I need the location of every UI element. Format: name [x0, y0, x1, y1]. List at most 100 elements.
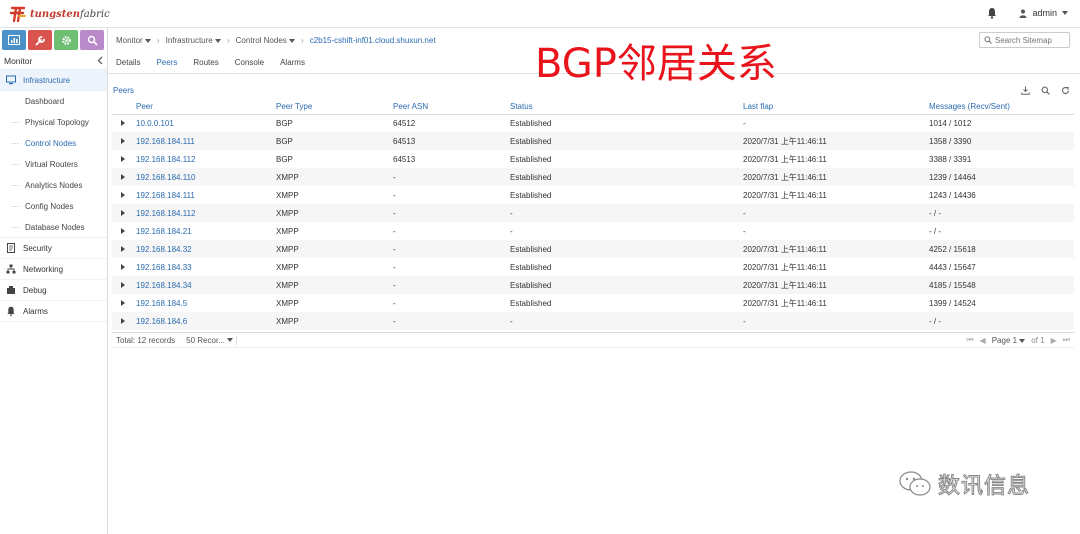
- settings-module-button[interactable]: [54, 30, 78, 50]
- chevron-left-icon[interactable]: [97, 56, 103, 65]
- records-per-page-value: 50 Recor...: [186, 335, 225, 345]
- column-header-peer-asn[interactable]: Peer ASN: [391, 99, 508, 115]
- breadcrumb-item-infrastructure[interactable]: Infrastructure: [166, 36, 221, 45]
- breadcrumb-item-control-nodes[interactable]: Control Nodes: [236, 36, 296, 45]
- query-module-button[interactable]: [80, 30, 104, 50]
- sidebar-item-infrastructure[interactable]: Infrastructure: [0, 70, 107, 91]
- cell-peer[interactable]: 192.168.184.34: [134, 276, 274, 294]
- sidebar-item-control-nodes[interactable]: ··· Control Nodes: [0, 133, 107, 154]
- sidebar-item-label: Debug: [23, 285, 47, 295]
- table-row[interactable]: 192.168.184.6 XMPP - - - - / -: [112, 312, 1074, 330]
- sidebar-item-label: Networking: [23, 264, 64, 274]
- cell-peer[interactable]: 192.168.184.33: [134, 258, 274, 276]
- cell-peer[interactable]: 192.168.184.32: [134, 240, 274, 258]
- table-row[interactable]: 192.168.184.21 XMPP - - - - / -: [112, 222, 1074, 240]
- sidebar-item-networking[interactable]: Networking: [0, 259, 107, 280]
- row-expand-toggle[interactable]: [112, 258, 134, 276]
- page-select[interactable]: Page 1: [992, 336, 1026, 345]
- row-expand-toggle[interactable]: [112, 132, 134, 150]
- cell-last-flap: -: [743, 118, 746, 128]
- records-per-page-select[interactable]: 50 Recor...: [183, 335, 237, 345]
- refresh-icon[interactable]: [1060, 85, 1070, 95]
- cell-peer[interactable]: 192.168.184.6: [134, 312, 274, 330]
- table-row[interactable]: 192.168.184.111 BGP 64513 Established 2020/7…: [112, 132, 1074, 150]
- row-expand-toggle[interactable]: [112, 186, 134, 204]
- bell-icon[interactable]: [987, 7, 997, 19]
- row-expand-toggle[interactable]: [112, 204, 134, 222]
- sidebar-item-analytics-nodes[interactable]: ··· Analytics Nodes: [0, 175, 107, 196]
- user-name: admin: [1032, 8, 1057, 18]
- column-header-peer[interactable]: Peer: [134, 99, 274, 115]
- alarm-icon: [6, 306, 16, 316]
- sitemap-search[interactable]: [979, 32, 1070, 48]
- sidebar: Monitor Infrastructure Dashboard ··· Phy…: [0, 28, 108, 534]
- row-expand-toggle[interactable]: [112, 168, 134, 186]
- table-row[interactable]: 192.168.184.112 XMPP - - - - / -: [112, 204, 1074, 222]
- sidebar-section-title[interactable]: Monitor: [0, 52, 107, 70]
- table-row[interactable]: 192.168.184.111 XMPP - Established 2020/7/31…: [112, 186, 1074, 204]
- bar-chart-icon: [8, 35, 20, 45]
- column-header-last-flap[interactable]: Last flap: [741, 99, 927, 115]
- table-row[interactable]: 192.168.184.112 BGP 64513 Established 2020/7…: [112, 150, 1074, 168]
- prev-page-icon[interactable]: ◀: [980, 336, 986, 345]
- tab-peers[interactable]: Peers: [156, 52, 177, 74]
- download-icon[interactable]: [1020, 85, 1030, 95]
- cell-peer[interactable]: 192.168.184.110: [134, 168, 274, 186]
- table-row[interactable]: 192.168.184.110 XMPP - Established 2020/7/31…: [112, 168, 1074, 186]
- table-row[interactable]: 192.168.184.32 XMPP - Established 2020/7/31 …: [112, 240, 1074, 258]
- sidebar-item-database-nodes[interactable]: ··· Database Nodes: [0, 217, 107, 238]
- cell-peer[interactable]: 10.0.0.101: [134, 114, 274, 132]
- table-row[interactable]: 192.168.184.33 XMPP - Established 2020/7/31 …: [112, 258, 1074, 276]
- cell-messages: 1399 / 14524: [929, 298, 976, 308]
- table-row[interactable]: 192.168.184.5 XMPP - Established 2020/7/31 上…: [112, 294, 1074, 312]
- row-expand-toggle[interactable]: [112, 240, 134, 258]
- cell-peer[interactable]: 192.168.184.111: [134, 186, 274, 204]
- sidebar-item-alarms[interactable]: Alarms: [0, 301, 107, 322]
- cell-peer[interactable]: 192.168.184.5: [134, 294, 274, 312]
- chevron-right-icon: [121, 245, 125, 252]
- breadcrumb: Monitor › Infrastructure › Control Nodes…: [116, 36, 436, 45]
- column-header-status[interactable]: Status: [508, 99, 741, 115]
- cell-peer[interactable]: 192.168.184.112: [134, 150, 274, 168]
- cell-peer[interactable]: 192.168.184.111: [134, 132, 274, 150]
- last-page-icon[interactable]: ⏭: [1063, 335, 1070, 345]
- row-expand-toggle[interactable]: [112, 294, 134, 312]
- table-row[interactable]: 10.0.0.101 BGP 64512 Established - 1014 / 101…: [112, 114, 1074, 132]
- sidebar-item-config-nodes[interactable]: ··· Config Nodes: [0, 196, 107, 217]
- monitor-module-button[interactable]: [2, 30, 26, 50]
- column-header-peer-type[interactable]: Peer Type: [274, 99, 391, 115]
- next-page-icon[interactable]: ▶: [1051, 336, 1057, 345]
- breadcrumb-current-node[interactable]: c2b15-cshift-inf01.cloud.shuxun.net: [310, 36, 436, 45]
- cell-peer[interactable]: 192.168.184.112: [134, 204, 274, 222]
- tab-alarms[interactable]: Alarms: [280, 52, 305, 74]
- row-expand-toggle[interactable]: [112, 114, 134, 132]
- row-expand-toggle[interactable]: [112, 312, 134, 330]
- breadcrumb-item-monitor[interactable]: Monitor: [116, 36, 151, 45]
- sidebar-item-physical-topology[interactable]: ··· Physical Topology: [0, 112, 107, 133]
- search-input[interactable]: [995, 35, 1069, 45]
- cell-peer-asn: -: [393, 262, 396, 272]
- row-expand-toggle[interactable]: [112, 222, 134, 240]
- tab-details[interactable]: Details: [116, 52, 140, 74]
- cell-peer[interactable]: 192.168.184.21: [134, 222, 274, 240]
- cell-last-flap: 2020/7/31 上午11:46:11: [743, 154, 827, 164]
- row-expand-toggle[interactable]: [112, 276, 134, 294]
- configure-module-button[interactable]: [28, 30, 52, 50]
- cell-peer-type: XMPP: [274, 240, 391, 258]
- user-menu[interactable]: admin: [1019, 8, 1068, 18]
- cell-peer-asn: -: [391, 204, 508, 222]
- sidebar-item-debug[interactable]: Debug: [0, 280, 107, 301]
- logo[interactable]: tungstenfabric: [8, 4, 110, 24]
- sidebar-item-dashboard[interactable]: Dashboard: [0, 91, 107, 112]
- tab-routes[interactable]: Routes: [193, 52, 218, 74]
- column-header-messages[interactable]: Messages (Recv/Sent): [927, 99, 1074, 115]
- table-header-row: Peer Peer Type Peer ASN Status Last flap…: [112, 99, 1074, 115]
- sidebar-item-virtual-routers[interactable]: ··· Virtual Routers: [0, 154, 107, 175]
- sidebar-item-security[interactable]: Security: [0, 238, 107, 259]
- search-icon[interactable]: [1040, 85, 1050, 95]
- tab-console[interactable]: Console: [235, 52, 264, 74]
- first-page-icon[interactable]: ⏮: [966, 335, 973, 345]
- row-expand-toggle[interactable]: [112, 150, 134, 168]
- chevron-down-icon: [1062, 11, 1068, 15]
- table-row[interactable]: 192.168.184.34 XMPP - Established 2020/7/31 …: [112, 276, 1074, 294]
